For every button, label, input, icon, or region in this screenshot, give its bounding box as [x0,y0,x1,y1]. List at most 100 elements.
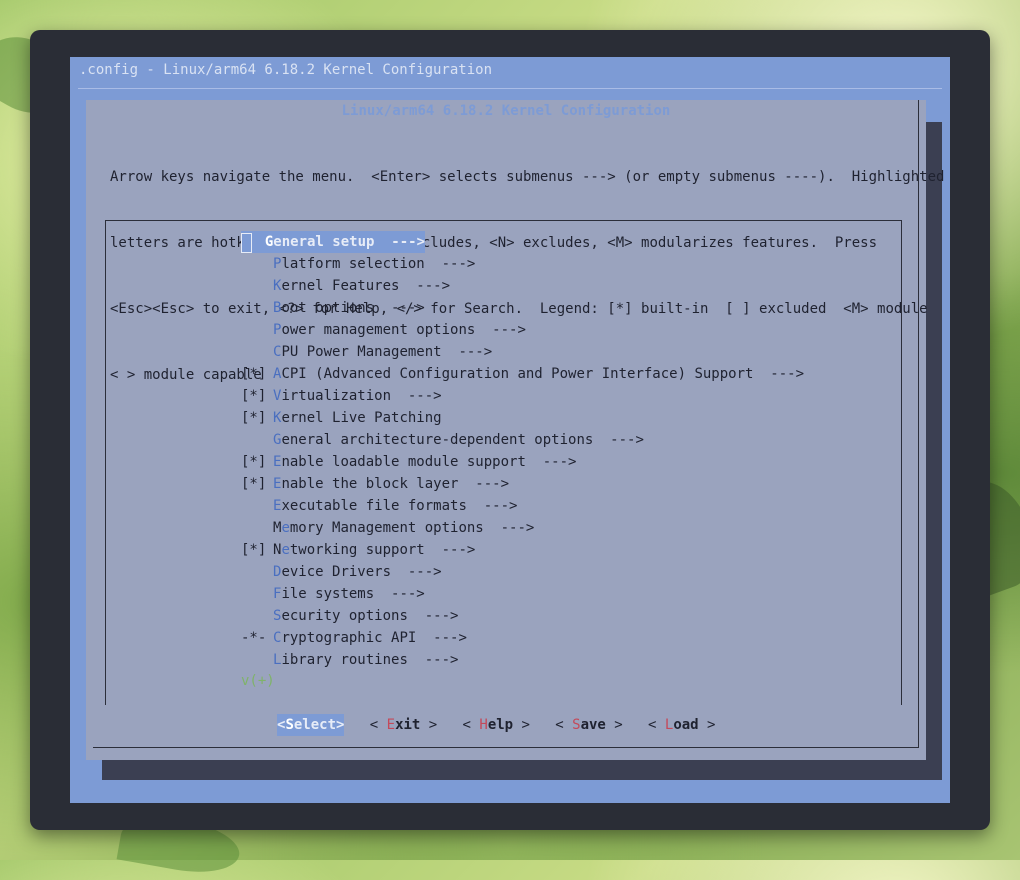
menu-item-label: ernel Features ---> [281,278,451,294]
menu-item-label: latform selection ---> [281,256,476,272]
menu-item-mark [241,319,273,341]
menu-item-hotkey: K [273,410,282,426]
menu-item-hotkey: C [273,344,282,360]
menu-item-hotkey: F [273,586,282,602]
menu-item-hotkey: D [273,564,282,580]
menu-item-label: nable the block layer ---> [281,476,510,492]
menu-item-label: evice Drivers ---> [281,564,442,580]
button-load[interactable]: < Load > [648,714,715,736]
menu-item-label: PU Power Management ---> [281,344,493,360]
dialog-title: Linux/arm64 6.18.2 Kernel Configuration [341,103,671,119]
menu-item-mark [241,495,273,517]
menu-item[interactable]: [*] Virtualization ---> [241,385,804,407]
button-save[interactable]: < Save > [555,714,622,736]
cursor-icon [241,233,252,253]
button-help[interactable]: < Help > [463,714,530,736]
button-bracket: > [336,717,345,733]
menu-item[interactable]: Kernel Features ---> [241,275,804,297]
menu-item-hotkey: E [273,454,282,470]
menu-item-hotkey: e [281,520,290,536]
menu-item-hotkey: G [273,432,282,448]
menu-item-mark: -*- [241,630,267,646]
menu-item-mark: [*] [241,366,267,382]
menu-item-hotkey: G [264,234,274,250]
menu-item-mark [241,253,273,275]
button-bracket: < [648,717,665,733]
menu-item[interactable]: File systems ---> [241,583,804,605]
button-exit[interactable]: < Exit > [370,714,437,736]
menuconfig-dialog: Linux/arm64 6.18.2 Kernel Configuration … [86,100,944,760]
button-label: xit [395,717,421,733]
menu-item[interactable]: Executable file formats ---> [241,495,804,517]
menu-item-label: tworking support ---> [289,542,476,558]
menu-item[interactable]: Me mory Management options ---> [241,517,804,539]
menu-item-hotkey: P [273,322,282,338]
menu-item-mark [241,341,273,363]
button-bracket: < [462,717,480,733]
menu-item-label: oot options ---> [281,300,425,316]
button-hotkey: E [386,717,396,733]
button-bracket: > [698,717,716,733]
menu-item-mark [241,583,273,605]
button-hotkey: S [285,717,294,733]
menu-item-hotkey: C [273,630,282,646]
menu-item[interactable]: Platform selection ---> [241,253,804,275]
button-bracket: < [369,717,387,733]
menu-item-hotkey: E [273,498,282,514]
menu-item[interactable]: Power management options ---> [241,319,804,341]
menu-item-mark: [*] [241,388,267,404]
menu-item-mark [241,429,273,451]
button-select[interactable]: <Select> [277,714,345,736]
menu-item-label: nable loadable module support ---> [281,454,577,470]
button-bracket: < [555,717,573,733]
menu-item[interactable]: -*- Cryptographic API ---> [241,627,804,649]
menu-item-hotkey: V [273,388,282,404]
menu-item[interactable]: [*] A CPI (Advanced Configuration and Powe… [241,363,804,385]
menu-item-mark: [*] [241,476,267,492]
menu-item-mark [241,517,273,539]
menu-item-hotkey: A [273,366,282,382]
menu-item[interactable]: Library routines ---> [241,649,804,671]
menu-item-hotkey: K [273,278,282,294]
terminal-window: .config - Linux/arm64 6.18.2 Kernel Conf… [30,30,990,830]
back-title-divider [78,88,942,89]
menu-item[interactable]: Device Drivers ---> [241,561,804,583]
button-bracket: > [513,717,530,733]
menu-item-hotkey: P [273,256,282,272]
menu-item-mark [241,561,273,583]
menu-item[interactable]: [*] Ne tworking support ---> [241,539,804,561]
menu-item[interactable]: General architecture-dependent options -… [241,429,804,451]
menu-item-label: eneral setup ---> [273,234,425,250]
menu-item[interactable]: Boot options ---> [241,297,804,319]
menu-item-mark [241,231,265,253]
menu-item-mark: [*] [241,454,267,470]
menu-item[interactable]: Security options ---> [241,605,804,627]
menu-item-label-pre: N [273,542,282,558]
menu-item-label: ernel Live Patching [281,410,442,426]
menu-item-mark [241,649,273,671]
menu-item-label: ile systems ---> [281,586,425,602]
menu-item[interactable]: General setup ---> [241,231,425,253]
menu-item-mark [241,297,273,319]
back-title: .config - Linux/arm64 6.18.2 Kernel Conf… [79,62,493,78]
menu-item-mark: [*] [241,542,267,558]
menu-item-mark [241,605,273,627]
menu-item-label: ecurity options ---> [281,608,459,624]
menu-item-mark: [*] [241,410,267,426]
menu-item-mark [241,275,273,297]
menu-item[interactable]: [*] Enable loadable module support ---> [241,451,804,473]
menu-item[interactable]: [*] Kernel Live Patching [241,407,804,429]
button-bracket: > [420,717,438,733]
menu-item[interactable]: [*] Enable the block layer ---> [241,473,804,495]
menu-item-label: ower management options ---> [281,322,526,338]
menu-item-label: CPI (Advanced Configuration and Power In… [281,366,805,382]
button-hotkey: H [479,717,488,733]
menu-item-label: irtualization ---> [281,388,442,404]
button-label: elect [293,717,337,733]
button-label: elp [487,717,514,733]
button-label: ave [580,717,606,733]
menu-item-hotkey: e [281,542,290,558]
menu-item-hotkey: E [273,476,282,492]
menu-item[interactable]: C PU Power Management ---> [241,341,804,363]
menu-item-label: mory Management options ---> [289,520,535,536]
